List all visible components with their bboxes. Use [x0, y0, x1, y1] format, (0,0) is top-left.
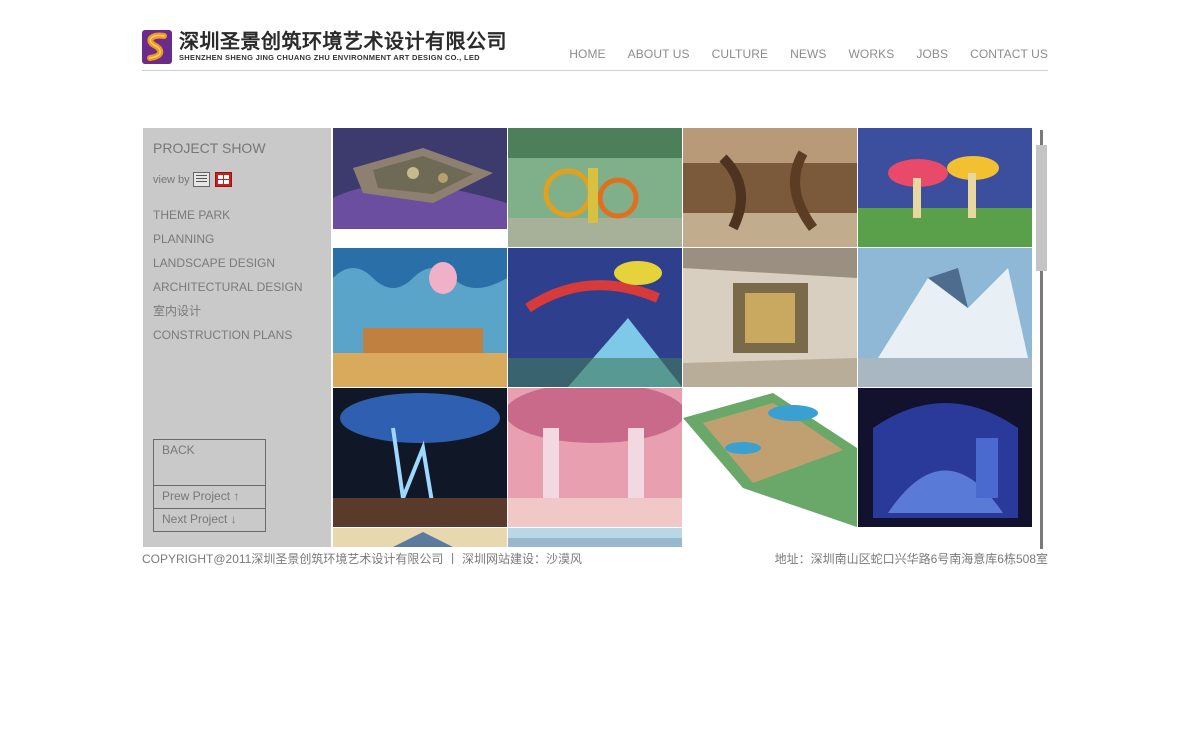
category-planning[interactable]: PLANNING [153, 227, 303, 251]
project-sidebar: PROJECT SHOW view by THEME PARK PLANNING… [143, 128, 331, 547]
gallery-thumbnail[interactable] [508, 528, 682, 547]
gallery-thumbnail[interactable] [508, 388, 682, 527]
nav-works[interactable]: WORKS [849, 47, 895, 61]
gallery-thumbnail[interactable] [508, 128, 682, 247]
gallery-thumbnail[interactable] [683, 128, 857, 247]
nav-contact-us[interactable]: CONTACT US [970, 47, 1048, 61]
gallery-thumbnail[interactable] [858, 128, 1032, 247]
footer-address: 地址：深圳南山区蛇口兴华路6号南海意库6栋508室 [774, 552, 1048, 566]
gallery-thumbnail[interactable] [333, 528, 507, 547]
next-project-button[interactable]: Next Project ↓ [154, 509, 265, 531]
logo-s-icon [142, 30, 172, 64]
project-gallery [333, 128, 1032, 547]
gallery-thumbnail[interactable] [333, 128, 507, 229]
main-nav: HOME ABOUT US CULTURE NEWS WORKS JOBS CO… [547, 47, 1048, 61]
gallery-thumbnail[interactable] [858, 248, 1032, 387]
category-theme-park[interactable]: THEME PARK [153, 203, 303, 227]
back-button[interactable]: BACK [154, 440, 265, 486]
nav-news[interactable]: NEWS [790, 47, 826, 61]
company-logo[interactable]: 深圳圣景创筑环境艺术设计有限公司 SHENZHEN SHENG JING CHU… [142, 30, 507, 64]
gallery-thumbnail[interactable] [333, 248, 507, 387]
logo-english-name: SHENZHEN SHENG JING CHUANG ZHU ENVIRONME… [179, 53, 480, 62]
nav-jobs[interactable]: JOBS [916, 47, 948, 61]
grid-view-icon[interactable] [214, 172, 232, 187]
category-landscape-design[interactable]: LANDSCAPE DESIGN [153, 251, 303, 275]
category-architectural-design[interactable]: ARCHITECTURAL DESIGN [153, 275, 303, 299]
gallery-thumbnail[interactable] [508, 248, 682, 387]
site-header: 深圳圣景创筑环境艺术设计有限公司 SHENZHEN SHENG JING CHU… [142, 24, 1048, 71]
list-view-icon[interactable] [192, 172, 210, 187]
category-interior-design[interactable]: 室内设计 [153, 299, 303, 323]
view-by-label: view by [153, 173, 190, 186]
gallery-thumbnail[interactable] [683, 248, 857, 387]
gallery-thumbnail[interactable] [858, 388, 1032, 527]
previous-project-button[interactable]: Prew Project ↑ [154, 486, 265, 509]
category-construction-plans[interactable]: CONSTRUCTION PLANS [153, 323, 303, 347]
category-list: THEME PARK PLANNING LANDSCAPE DESIGN ARC… [153, 203, 303, 347]
footer-copyright: COPYRIGHT@2011深圳圣景创筑环境艺术设计有限公司 丨 深圳网站建设：… [142, 552, 582, 566]
project-navigation-box: BACK Prew Project ↑ Next Project ↓ [153, 439, 266, 532]
gallery-thumbnail[interactable] [333, 388, 507, 527]
gallery-scrollbar-thumb[interactable] [1036, 145, 1047, 271]
gallery-thumbnail[interactable] [683, 388, 857, 527]
nav-culture[interactable]: CULTURE [712, 47, 768, 61]
nav-home[interactable]: HOME [569, 47, 605, 61]
view-by: view by [153, 172, 232, 187]
nav-about-us[interactable]: ABOUT US [628, 47, 690, 61]
logo-chinese-name: 深圳圣景创筑环境艺术设计有限公司 [179, 29, 507, 53]
sidebar-title: PROJECT SHOW [153, 140, 266, 156]
